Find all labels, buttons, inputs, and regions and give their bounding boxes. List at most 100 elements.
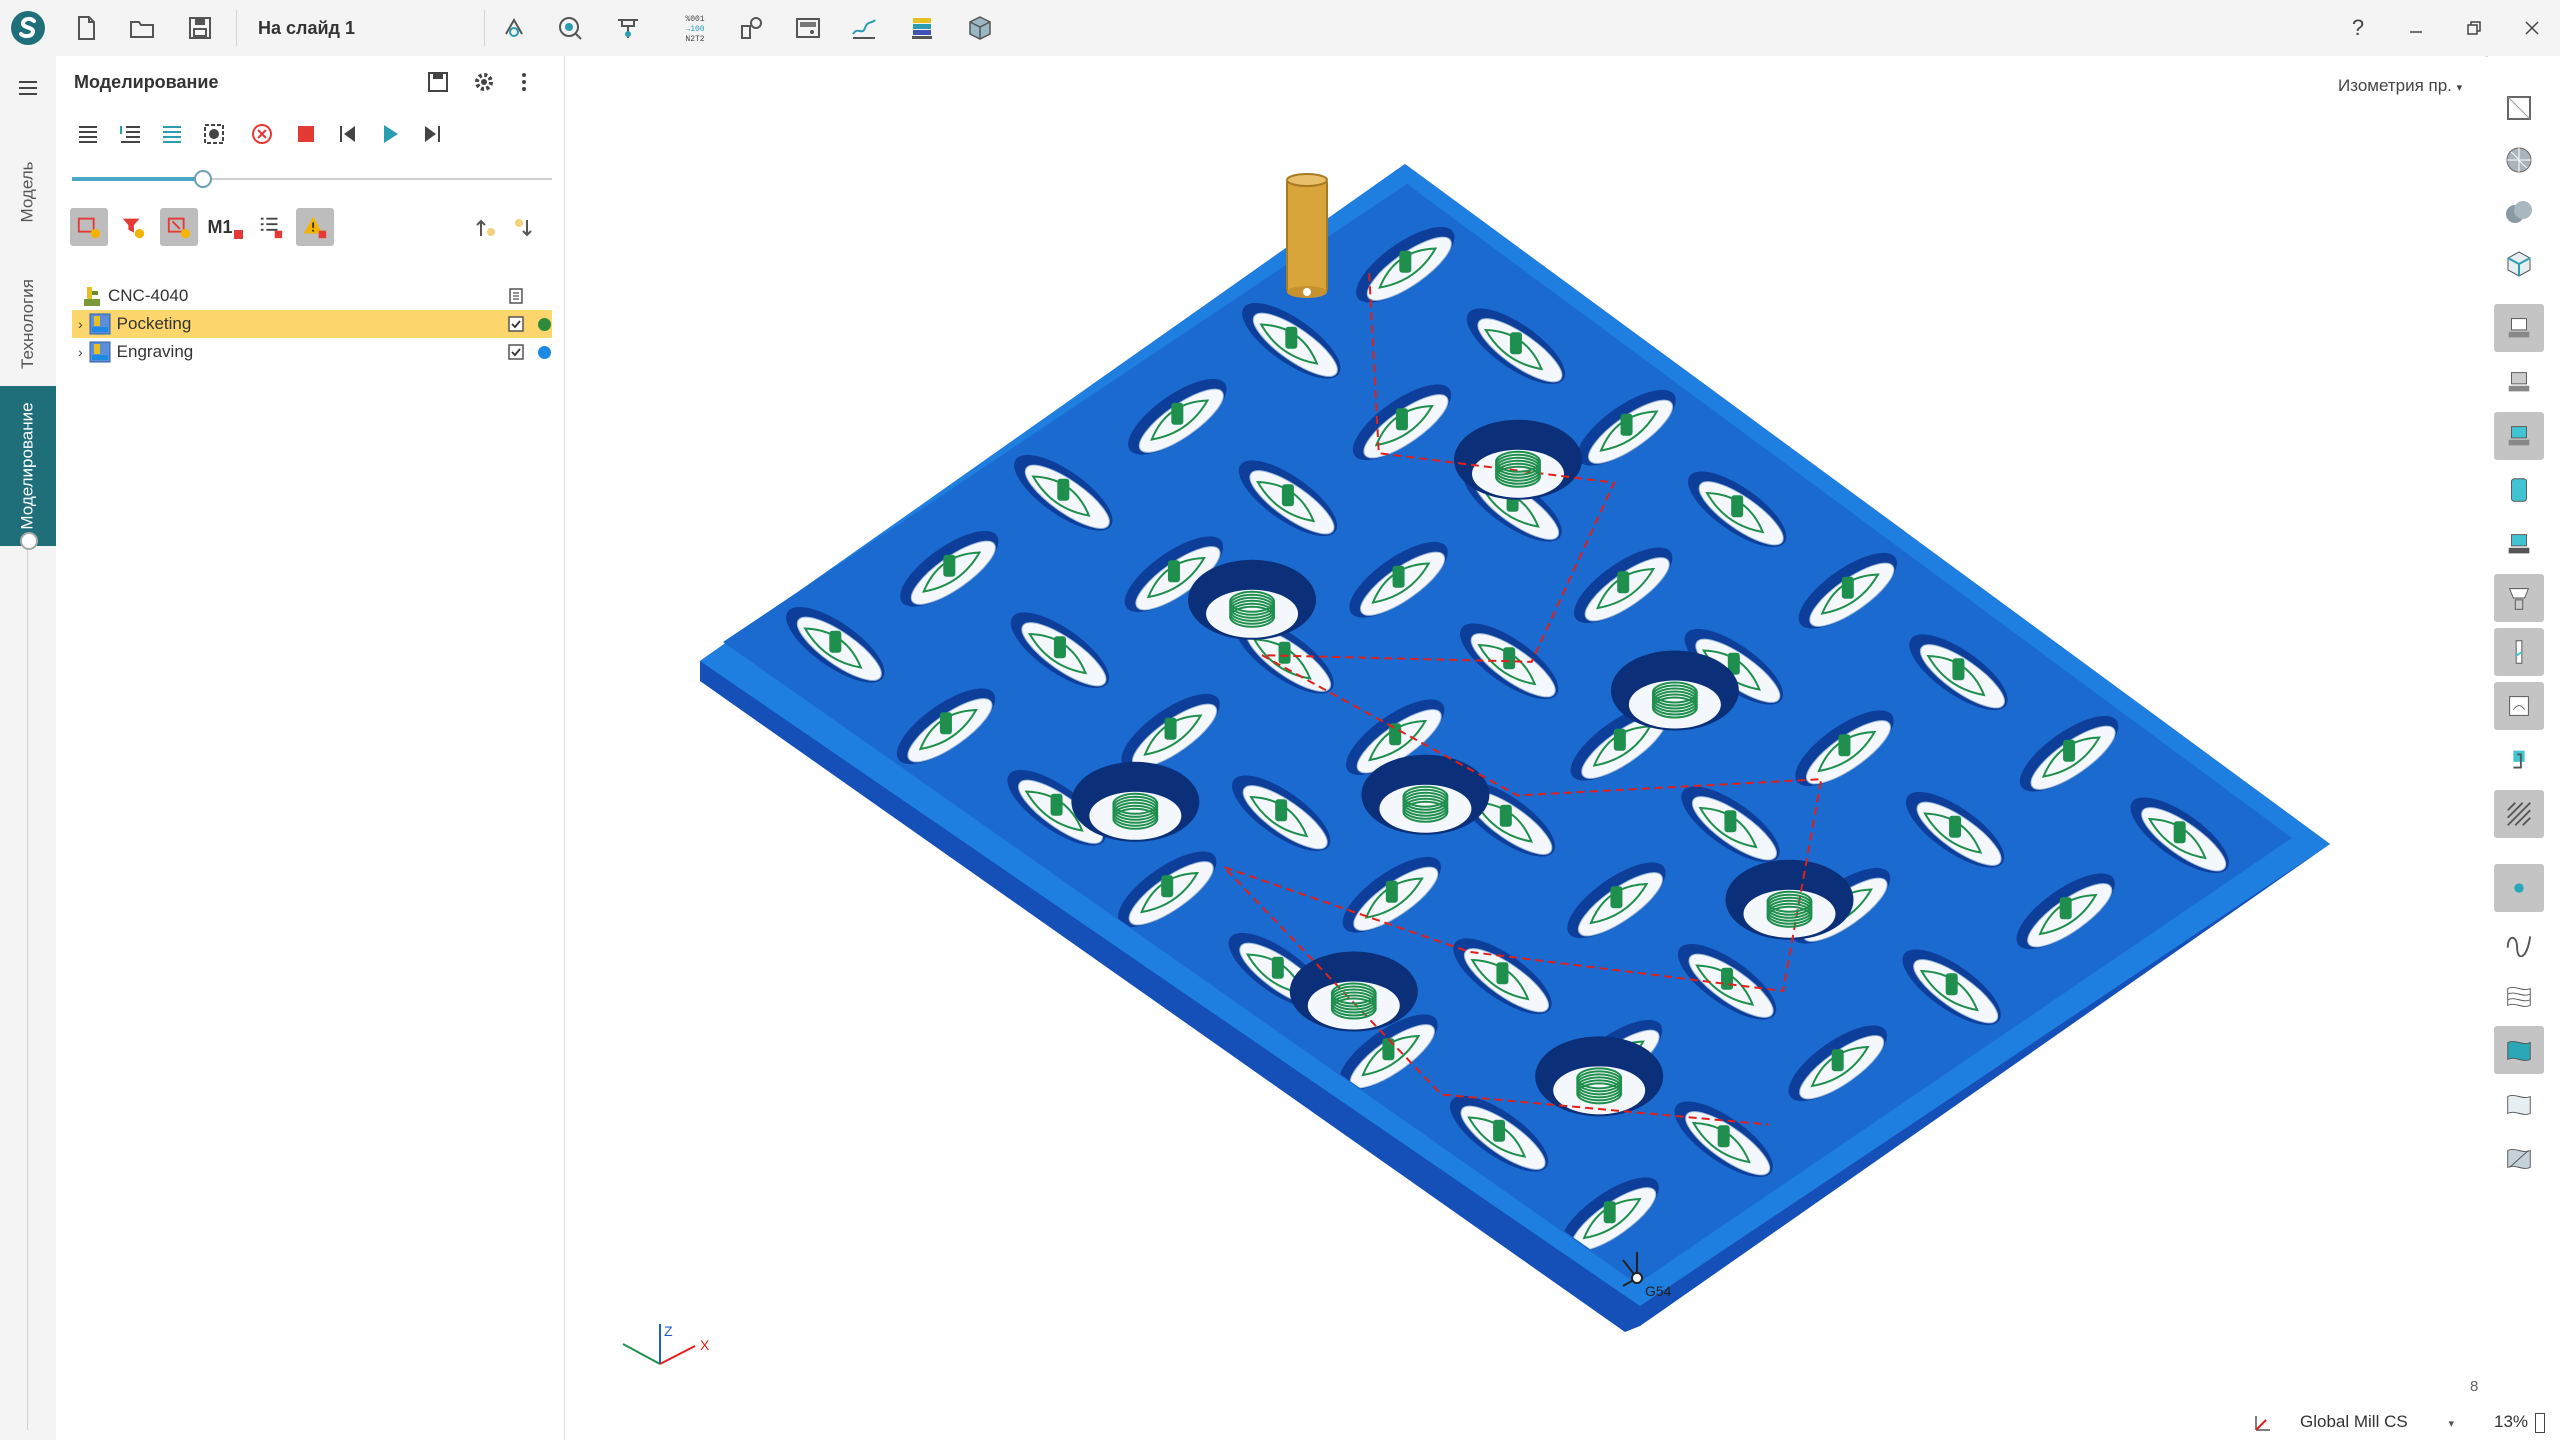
minimize-icon[interactable] [2400, 12, 2432, 44]
filter-list-button[interactable] [252, 208, 290, 246]
show-tool-icon[interactable] [2494, 628, 2544, 676]
filter-gouges-button[interactable] [160, 208, 198, 246]
show-workpiece-icon[interactable] [2494, 412, 2544, 460]
new-file-icon[interactable] [70, 12, 102, 44]
sort-down-icon[interactable] [508, 212, 540, 244]
hatch-material-icon[interactable] [2494, 790, 2544, 838]
tree-item-pocketing[interactable]: › Pocketing [72, 310, 552, 338]
machine-panel-icon[interactable] [792, 12, 824, 44]
tab-technology[interactable]: Технология [0, 262, 56, 386]
svg-text:N2T2: N2T2 [685, 35, 704, 44]
tree-item-label: Pocketing [116, 314, 192, 333]
show-part-icon[interactable] [2494, 520, 2544, 568]
iso-cube-icon[interactable] [2494, 240, 2544, 288]
tab-model[interactable]: Модель [0, 122, 56, 262]
coordinate-system-selector[interactable]: Global Mill CS ▾ [2300, 1412, 2454, 1432]
chart-icon[interactable] [848, 12, 880, 44]
axis-z-label: Z [664, 1323, 673, 1339]
plunge-marker [1603, 1201, 1616, 1224]
machine-setup-icon[interactable] [498, 12, 530, 44]
list-view-icon[interactable] [72, 118, 104, 150]
plunge-marker [1275, 799, 1288, 822]
plunge-marker [1724, 810, 1737, 833]
help-button[interactable]: ? [2342, 12, 2374, 44]
plunge-marker [1053, 636, 1066, 659]
plunge-marker [1831, 1049, 1844, 1072]
close-icon[interactable] [2516, 12, 2548, 44]
vertical-slider-track[interactable] [27, 550, 28, 1430]
show-curves-icon[interactable] [2494, 918, 2544, 966]
tab-simulation-label: Моделирование [18, 402, 38, 530]
filter-tool-errors-button[interactable] [114, 208, 152, 246]
show-points-icon[interactable] [2494, 864, 2544, 912]
show-solids-icon[interactable] [2494, 1134, 2544, 1182]
zoom-level-label: 13% [2494, 1412, 2529, 1431]
plunge-marker [1271, 956, 1284, 979]
more-options-icon[interactable] [508, 66, 540, 98]
plunge-marker [1385, 880, 1398, 903]
3d-box-icon[interactable] [964, 12, 996, 44]
hamburger-menu-icon[interactable] [0, 66, 56, 110]
sprutcam-logo-icon[interactable] [10, 10, 46, 46]
plunge-marker [1167, 560, 1180, 583]
show-mesh-icon[interactable] [2494, 972, 2544, 1020]
chevron-right-icon[interactable]: › [78, 316, 83, 332]
bounding-box-icon[interactable] [2494, 84, 2544, 132]
show-stock-icon[interactable] [2494, 466, 2544, 514]
show-toolpath-icon[interactable] [2494, 682, 2544, 730]
filter-m1-button[interactable]: M1 [206, 208, 244, 246]
tool-library-icon[interactable] [736, 12, 768, 44]
rewind-to-start-icon[interactable] [332, 118, 364, 150]
plunge-marker [1496, 962, 1509, 985]
plunge-marker [829, 630, 842, 653]
show-fixture-icon[interactable] [2494, 358, 2544, 406]
plunge-marker [1717, 1125, 1730, 1148]
left-tab-strip: Модель Технология Моделирование [0, 56, 57, 1440]
simulation-progress-thumb[interactable] [193, 170, 212, 188]
nc-code-icon[interactable]: %001 →100 N2T2 [670, 12, 720, 44]
right-display-toolbar [2488, 56, 2560, 1440]
plunge-marker [1395, 408, 1408, 431]
restore-icon[interactable] [2458, 12, 2490, 44]
cancel-simulation-icon[interactable] [246, 118, 278, 150]
save-results-icon[interactable] [422, 66, 454, 98]
origin-label: G54 [1645, 1283, 1672, 1299]
wireframe-sphere-icon[interactable] [2494, 136, 2544, 184]
show-cs-icon[interactable] [2494, 736, 2544, 784]
stop-icon[interactable] [290, 118, 322, 150]
show-machine-icon[interactable] [2494, 304, 2544, 352]
fixture-icon[interactable] [612, 12, 644, 44]
open-folder-icon[interactable] [126, 12, 158, 44]
skip-to-end-icon[interactable] [416, 118, 448, 150]
plunge-marker [1945, 973, 1958, 996]
save-icon[interactable] [184, 12, 216, 44]
color-stack-icon[interactable] [906, 12, 938, 44]
shaded-model-icon[interactable] [2494, 188, 2544, 236]
plunge-marker [1499, 804, 1512, 827]
tool-list-icon[interactable] [156, 118, 188, 150]
checkbox-checked-icon[interactable] [508, 316, 524, 332]
workpiece-icon[interactable] [554, 12, 586, 44]
tree-item-machine[interactable]: CNC-4040 [72, 282, 552, 310]
numbered-list-icon[interactable] [114, 118, 146, 150]
document-icon[interactable] [508, 288, 524, 304]
tab-simulation[interactable]: Моделирование [0, 386, 56, 546]
show-surfaces-icon[interactable] [2494, 1026, 2544, 1074]
gear-icon[interactable] [468, 66, 500, 98]
chevron-right-icon[interactable]: › [78, 344, 83, 360]
tab-model-label: Модель [18, 161, 37, 223]
view-orientation-label: Изометрия пр. [2338, 76, 2452, 95]
view-orientation-dropdown[interactable]: Изометрия пр. ▾ [2338, 76, 2462, 96]
filter-warnings-button[interactable] [296, 208, 334, 246]
simulation-progress-fill [72, 177, 202, 181]
tree-item-engraving[interactable]: › Engraving [72, 338, 552, 366]
checkbox-checked-icon[interactable] [508, 344, 524, 360]
fit-view-icon[interactable] [198, 118, 230, 150]
filter-collisions-button[interactable] [70, 208, 108, 246]
3d-viewport[interactable]: G54 Z X [565, 56, 2485, 1440]
vertical-slider-handle[interactable] [20, 532, 38, 550]
show-holder-icon[interactable] [2494, 574, 2544, 622]
play-icon[interactable] [374, 118, 406, 150]
show-faces-icon[interactable] [2494, 1080, 2544, 1128]
sort-up-icon[interactable] [470, 212, 502, 244]
